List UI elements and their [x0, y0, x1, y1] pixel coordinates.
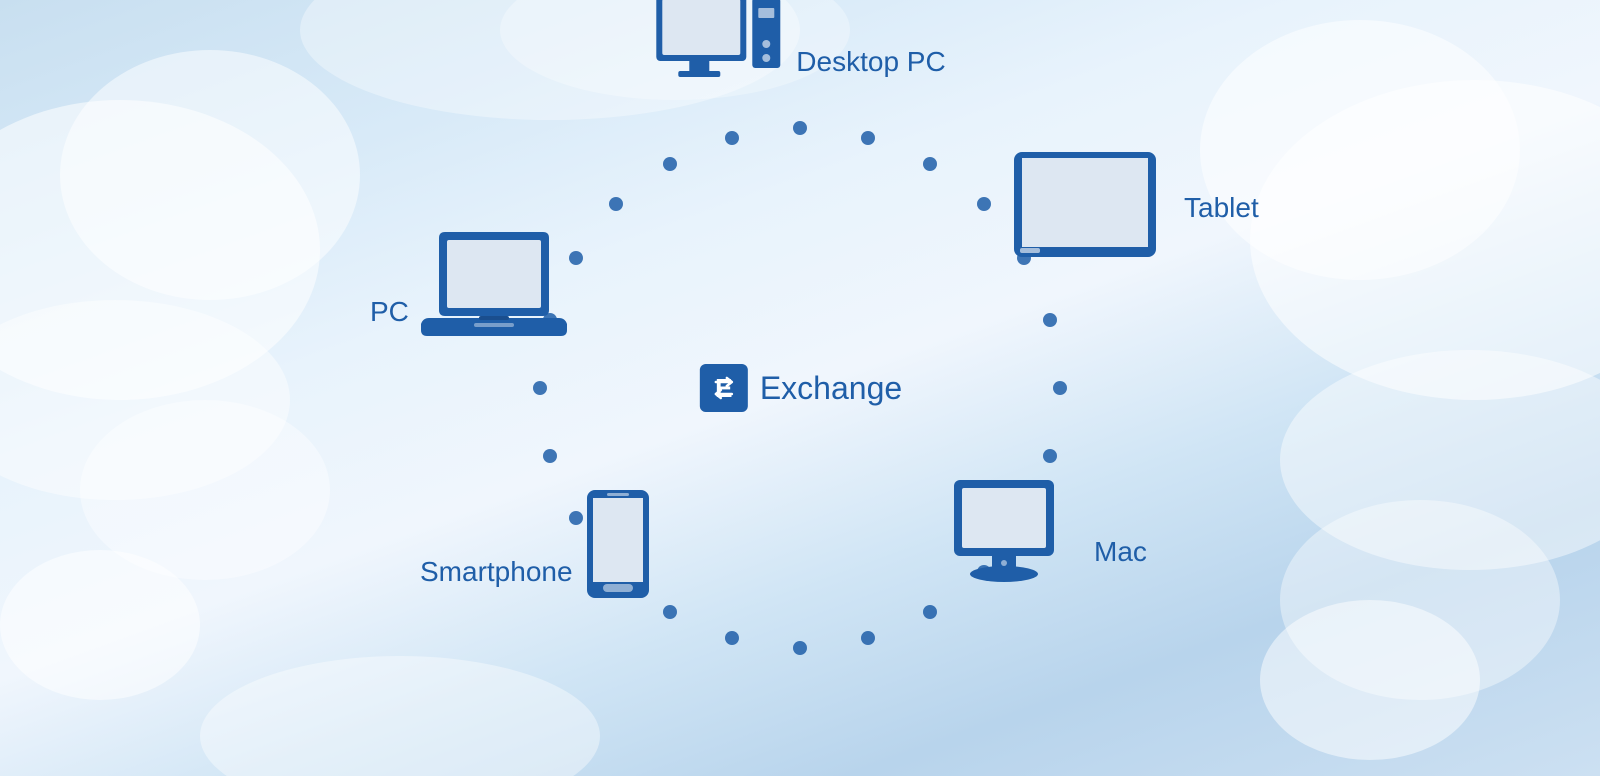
mac-device: Mac — [950, 478, 1147, 598]
exchange-center-label: E Exchange — [698, 362, 902, 414]
tablet-label: Tablet — [1184, 192, 1259, 224]
tablet-device: Tablet — [1010, 148, 1259, 268]
tablet-icon — [1010, 148, 1170, 268]
laptop-icon — [419, 228, 569, 348]
pc-laptop-device: PC — [370, 228, 569, 348]
mac-label: Mac — [1094, 536, 1147, 568]
svg-text:E: E — [715, 373, 732, 403]
smartphone-icon — [583, 488, 653, 608]
pc-label: PC — [370, 296, 409, 328]
desktop-pc-icon — [654, 0, 784, 108]
desktop-pc-device: Desktop PC — [654, 0, 945, 108]
smartphone-label: Smartphone — [420, 556, 573, 588]
smartphone-device: Smartphone — [420, 488, 653, 608]
mac-icon — [950, 478, 1080, 598]
desktop-pc-label: Desktop PC — [796, 46, 945, 78]
exchange-text-label: Exchange — [760, 370, 902, 407]
exchange-icon: E — [698, 362, 750, 414]
